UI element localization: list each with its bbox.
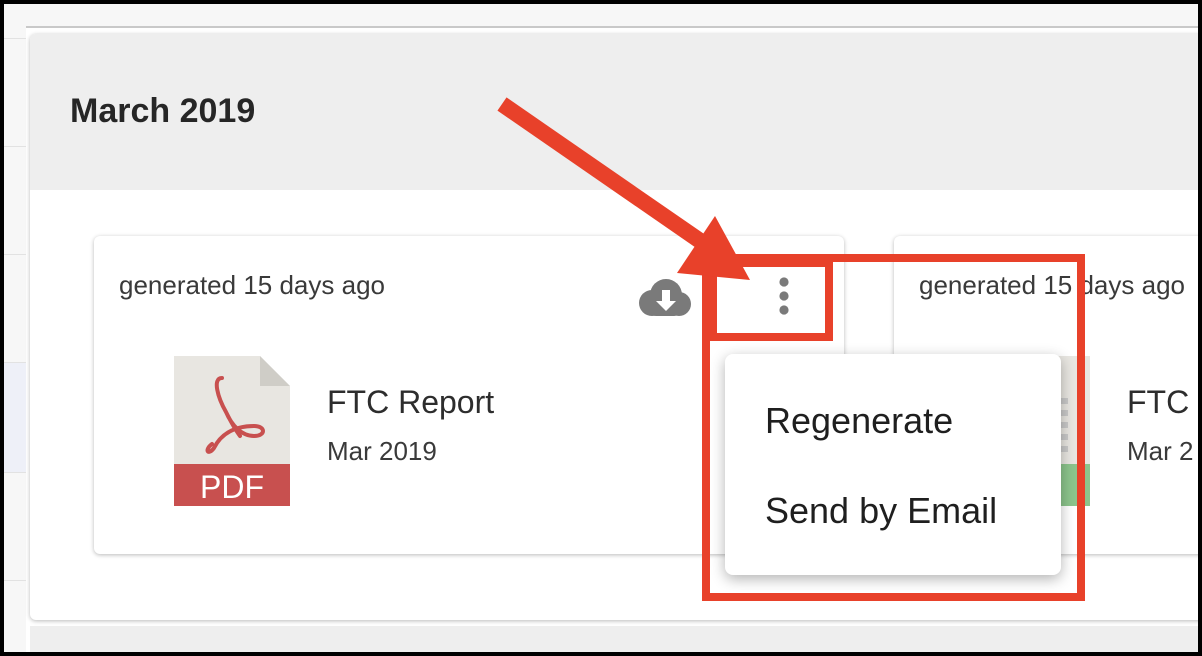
row-divider xyxy=(4,580,26,581)
more-vertical-icon xyxy=(779,277,789,315)
menu-item-regenerate[interactable]: Regenerate xyxy=(765,400,953,442)
section-header: March 2019 xyxy=(30,34,1202,190)
row-divider xyxy=(4,362,26,363)
row-divider xyxy=(4,38,26,39)
pdf-label: PDF xyxy=(200,469,264,505)
top-strip xyxy=(26,4,1198,28)
download-button[interactable] xyxy=(632,278,696,318)
document-title: FTC Report xyxy=(327,384,495,420)
document-date: Mar 2 xyxy=(1127,436,1194,466)
left-sidebar-strip xyxy=(4,4,26,652)
cloud-download-icon xyxy=(639,279,691,316)
row-divider xyxy=(4,146,26,147)
options-menu: Regenerate Send by Email xyxy=(725,354,1061,575)
row-divider xyxy=(4,254,26,255)
row-highlight xyxy=(4,362,26,472)
document-date: Mar 2019 xyxy=(327,436,437,466)
document-title: FTC xyxy=(1127,384,1190,420)
row-divider xyxy=(4,472,26,473)
menu-item-send-by-email[interactable]: Send by Email xyxy=(765,490,997,532)
next-section-strip xyxy=(30,626,1202,656)
pdf-file-icon: PDF xyxy=(174,356,290,506)
generated-time: generated 15 days ago xyxy=(119,270,385,300)
more-options-button[interactable] xyxy=(764,271,804,321)
generated-time: generated 15 days ago xyxy=(919,270,1185,300)
section-title: March 2019 xyxy=(70,92,256,130)
